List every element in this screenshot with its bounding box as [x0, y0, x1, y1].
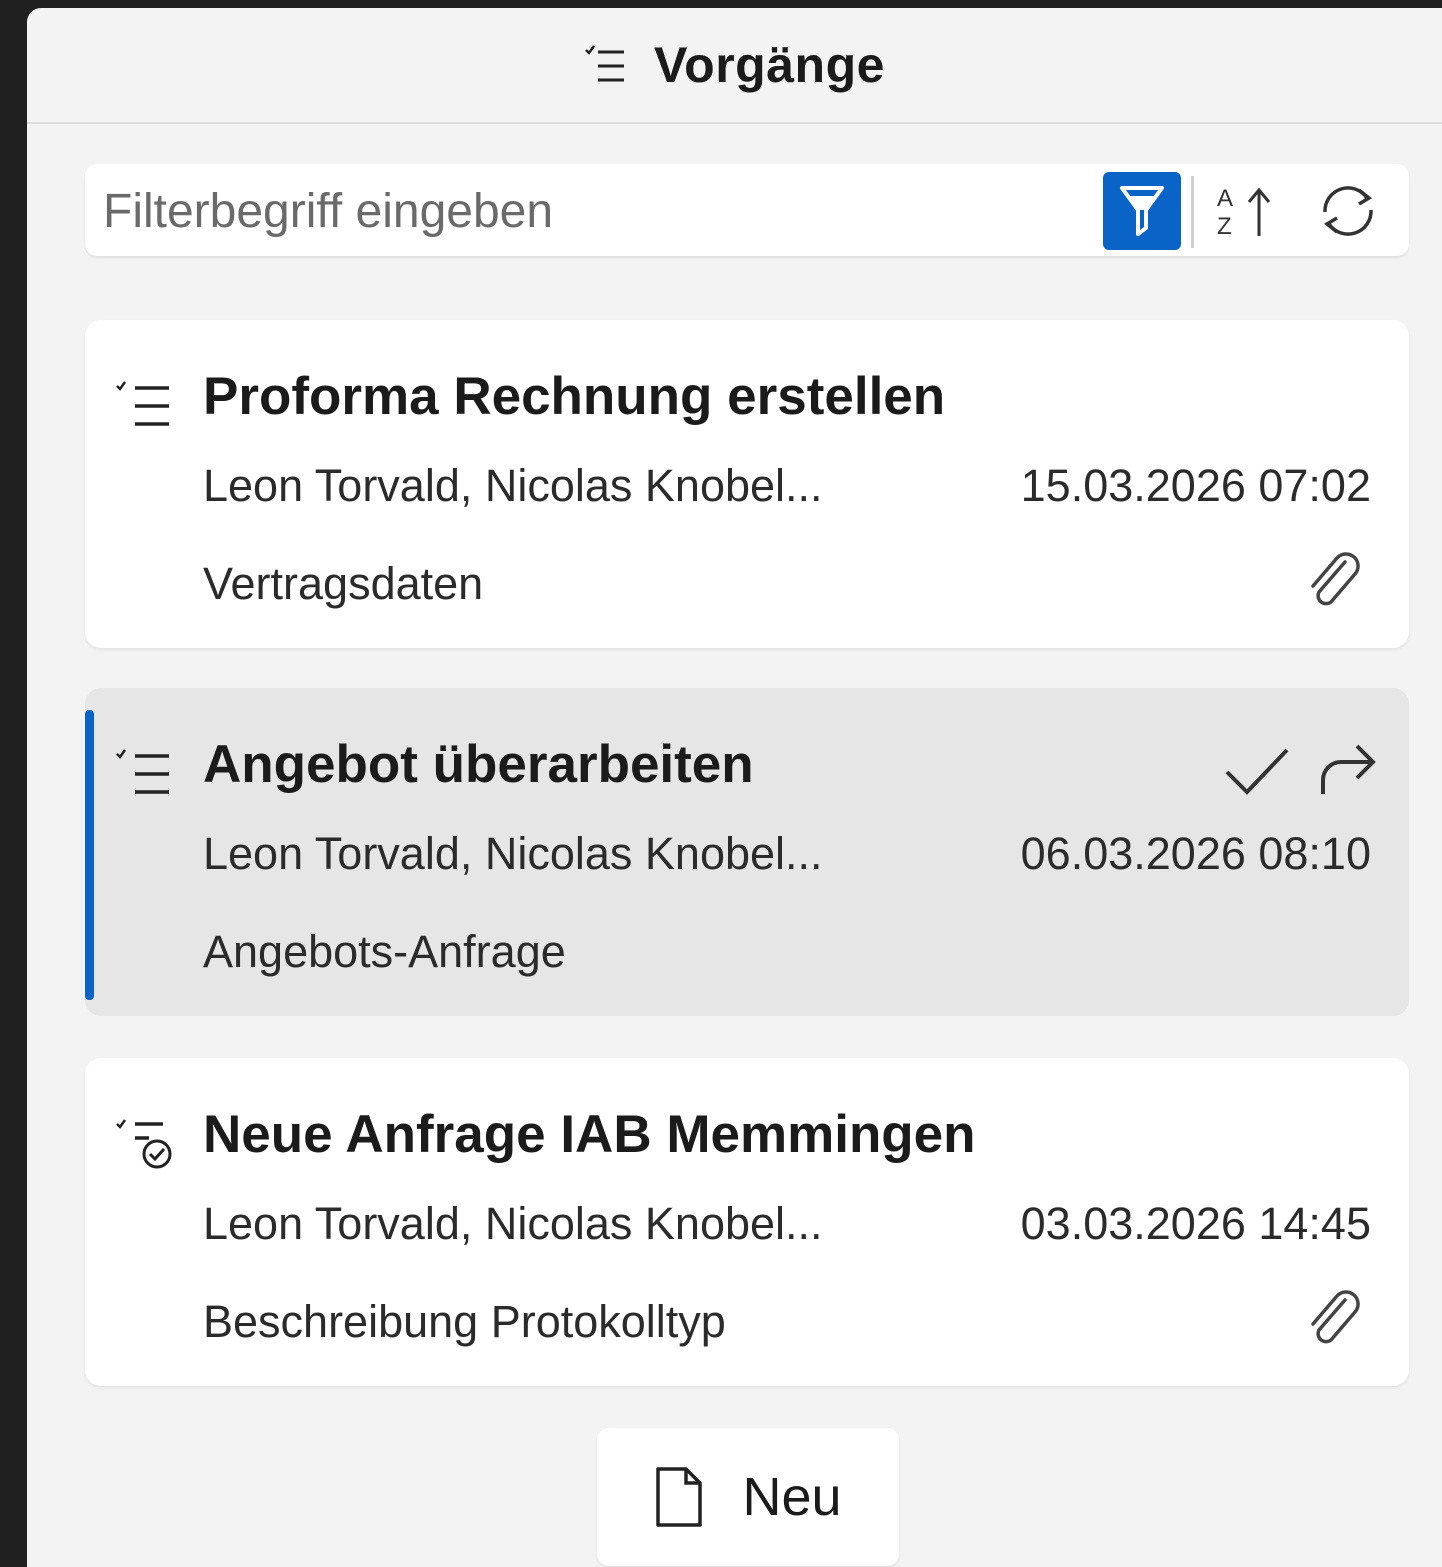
task-card[interactable]: Proforma Rechnung erstellen Leon Torvald… [85, 320, 1409, 648]
paperclip-icon [1311, 552, 1360, 606]
checkmark-icon[interactable] [1221, 740, 1293, 800]
toolbar-divider [1191, 176, 1194, 248]
page-title: Vorgänge [654, 37, 885, 93]
task-list-icon [116, 381, 169, 426]
forward-arrow-icon[interactable] [1315, 736, 1379, 798]
task-date: 06.03.2026 08:10 [1020, 828, 1371, 879]
sort-az-icon[interactable]: A Z [1211, 178, 1281, 244]
task-date: 15.03.2026 07:02 [1020, 460, 1371, 511]
task-date: 03.03.2026 14:45 [1020, 1198, 1371, 1249]
task-type: Angebots-Anfrage [203, 926, 566, 977]
svg-text:Z: Z [1217, 213, 1232, 240]
task-card-selected[interactable]: Angebot überarbeiten Leon Torvald, Nicol… [85, 688, 1409, 1016]
task-title: Angebot überarbeiten [203, 735, 754, 794]
filter-icon [1120, 186, 1164, 236]
task-list-icon [116, 749, 169, 794]
new-button[interactable]: Neu [597, 1428, 899, 1566]
new-document-icon [656, 1467, 703, 1527]
filter-input[interactable] [101, 178, 1085, 244]
task-title: Neue Anfrage IAB Memmingen [203, 1105, 976, 1164]
tasks-pane: Vorgänge A Z Pr [27, 8, 1442, 1567]
task-type: Beschreibung Protokolltyp [203, 1296, 726, 1347]
task-participants: Leon Torvald, Nicolas Knobel... [203, 828, 823, 879]
task-participants: Leon Torvald, Nicolas Knobel... [203, 1198, 823, 1249]
new-button-label: Neu [742, 1467, 842, 1527]
task-card[interactable]: Neue Anfrage IAB Memmingen Leon Torvald,… [85, 1058, 1409, 1386]
task-list-done-icon [116, 1119, 172, 1169]
pane-header: Vorgänge [27, 8, 1442, 124]
task-participants: Leon Torvald, Nicolas Knobel... [203, 460, 823, 511]
filter-button[interactable] [1103, 172, 1181, 250]
task-list-icon [585, 45, 625, 82]
task-type: Vertragsdaten [203, 558, 484, 609]
refresh-icon[interactable] [1313, 178, 1383, 244]
svg-text:A: A [1217, 185, 1233, 212]
task-title: Proforma Rechnung erstellen [203, 367, 946, 426]
filter-bar: A Z [85, 164, 1409, 256]
paperclip-icon [1311, 1290, 1360, 1344]
selection-indicator [85, 710, 94, 1000]
